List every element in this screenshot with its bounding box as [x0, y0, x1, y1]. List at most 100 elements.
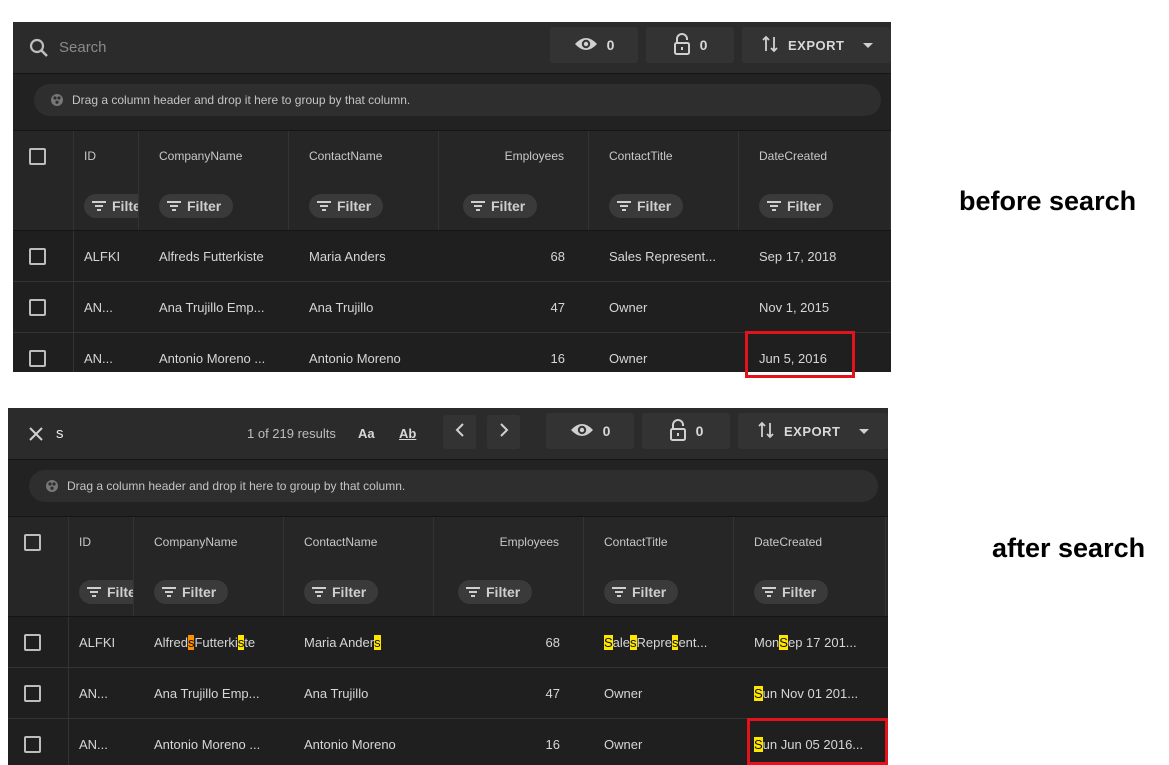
row-checkbox[interactable]	[29, 298, 46, 316]
column-header-datecreated[interactable]: DateCreated	[739, 131, 891, 181]
cell-companyname[interactable]: Ana Trujillo Emp...	[134, 668, 284, 718]
row-checkbox[interactable]	[24, 633, 41, 651]
cell-employees[interactable]: 47	[439, 282, 589, 332]
cell-contactname[interactable]: Ana Trujillo	[289, 282, 439, 332]
filter-button-contacttitle[interactable]: Filter	[609, 193, 684, 218]
group-panel[interactable]: Drag a column header and drop it here to…	[8, 460, 888, 517]
cell-contactname[interactable]: Maria Anders	[284, 617, 434, 667]
cell-id[interactable]: AN...	[69, 668, 134, 718]
cell-contacttitle[interactable]: Sales Represent...	[589, 231, 739, 281]
cell-employees[interactable]: 47	[434, 668, 584, 718]
filter-button-datecreated[interactable]: Filter	[754, 579, 829, 604]
column-header-id[interactable]: ID	[74, 131, 139, 181]
group-drop-zone[interactable]: Drag a column header and drop it here to…	[29, 470, 878, 502]
cell-employees[interactable]: 16	[439, 333, 589, 372]
filter-button-id[interactable]: Filte	[84, 193, 138, 218]
column-header-contacttitle[interactable]: ContactTitle	[584, 517, 734, 567]
cell-contactname[interactable]: Maria Anders	[289, 231, 439, 281]
cell-id[interactable]: AN...	[74, 282, 139, 332]
whole-word-toggle[interactable]: Ab	[399, 408, 416, 459]
column-header-companyname[interactable]: CompanyName	[134, 517, 284, 567]
cell-companyname[interactable]: Antonio Moreno ...	[134, 719, 284, 765]
group-drop-zone[interactable]: Drag a column header and drop it here to…	[34, 84, 881, 116]
column-header-contactname[interactable]: ContactName	[284, 517, 434, 567]
cell-id[interactable]: ALFKI	[69, 617, 134, 667]
sort-arrows-icon	[758, 421, 774, 442]
filter-icon	[762, 584, 776, 600]
select-all-checkbox[interactable]	[24, 533, 41, 551]
column-header-employees[interactable]: Employees	[439, 131, 589, 181]
cell-companyname[interactable]: Alfreds Futterkiste	[139, 231, 289, 281]
filter-button-companyname[interactable]: Filter	[159, 193, 234, 218]
eye-icon	[570, 422, 594, 441]
cell-contactname[interactable]: Antonio Moreno	[289, 333, 439, 372]
cell-id[interactable]: AN...	[69, 719, 134, 765]
cell-employees[interactable]: 68	[434, 617, 584, 667]
cell-companyname[interactable]: Ana Trujillo Emp...	[139, 282, 289, 332]
filter-button-id[interactable]: Filte	[79, 579, 133, 604]
search-box[interactable]: s	[8, 408, 64, 459]
cell-companyname[interactable]: Alfreds Futterkiste	[134, 617, 284, 667]
cell-datecreated[interactable]: Mon Sep 17 201...	[734, 617, 886, 667]
export-button[interactable]: EXPORT	[738, 413, 888, 449]
cell-datecreated[interactable]: Sep 17, 2018	[739, 231, 891, 281]
column-pinning-button[interactable]: 0	[646, 27, 734, 63]
filter-button-contactname[interactable]: Filter	[304, 579, 379, 604]
column-header-companyname[interactable]: CompanyName	[139, 131, 289, 181]
column-pinning-button[interactable]: 0	[642, 413, 730, 449]
cell-contacttitle[interactable]: Owner	[589, 333, 739, 372]
row-checkbox[interactable]	[24, 684, 41, 702]
cell-datecreated[interactable]: Sun Nov 01 201...	[734, 668, 886, 718]
row-checkbox[interactable]	[29, 349, 46, 367]
filter-button-datecreated[interactable]: Filter	[759, 193, 834, 218]
cell-employees[interactable]: 16	[434, 719, 584, 765]
row-checkbox[interactable]	[24, 735, 41, 753]
table-row[interactable]: ALFKI Alfreds Futterkiste Maria Anders 6…	[8, 617, 888, 668]
cell-contacttitle[interactable]: Owner	[584, 668, 734, 718]
filter-button-contacttitle[interactable]: Filter	[604, 579, 679, 604]
visibility-count: 0	[606, 37, 615, 53]
filter-button-employees[interactable]: Filter	[463, 193, 538, 218]
search-match: S	[754, 685, 763, 701]
cell-contacttitle[interactable]: Sales Represent...	[584, 617, 734, 667]
filter-button-contactname[interactable]: Filter	[309, 193, 384, 218]
cell-contacttitle[interactable]: Owner	[584, 719, 734, 765]
export-button[interactable]: EXPORT	[742, 27, 891, 63]
close-icon[interactable]	[28, 426, 44, 442]
column-header-contacttitle[interactable]: ContactTitle	[589, 131, 739, 181]
cell-contactname[interactable]: Ana Trujillo	[284, 668, 434, 718]
filter-icon	[471, 198, 485, 214]
table-row[interactable]: AN... Ana Trujillo Emp... Ana Trujillo 4…	[13, 282, 891, 333]
column-header-contactname[interactable]: ContactName	[289, 131, 439, 181]
table-row[interactable]: AN... Ana Trujillo Emp... Ana Trujillo 4…	[8, 668, 888, 719]
search-box[interactable]: Search	[13, 22, 107, 73]
column-header-employees[interactable]: Employees	[434, 517, 584, 567]
column-header-id[interactable]: ID	[69, 517, 134, 567]
column-visibility-button[interactable]: 0	[546, 413, 634, 449]
group-panel[interactable]: Drag a column header and drop it here to…	[13, 74, 891, 131]
previous-result-button[interactable]	[443, 415, 476, 449]
cell-contactname[interactable]: Antonio Moreno	[284, 719, 434, 765]
column-header-datecreated[interactable]: DateCreated	[734, 517, 886, 567]
group-hint-text: Drag a column header and drop it here to…	[67, 479, 406, 493]
filter-row: Filte Filter Filter Filter Filter Filter	[8, 567, 888, 617]
row-checkbox[interactable]	[29, 247, 46, 265]
cell-companyname[interactable]: Antonio Moreno ...	[139, 333, 289, 372]
table-row[interactable]: ALFKI Alfreds Futterkiste Maria Anders 6…	[13, 231, 891, 282]
select-all-checkbox[interactable]	[29, 147, 46, 165]
cell-id[interactable]: AN...	[74, 333, 139, 372]
cell-datecreated[interactable]: Nov 1, 2015	[739, 282, 891, 332]
cell-id[interactable]: ALFKI	[74, 231, 139, 281]
column-visibility-button[interactable]: 0	[550, 27, 638, 63]
search-placeholder[interactable]: Search	[59, 39, 107, 56]
lock-open-icon	[673, 32, 691, 58]
cell-contacttitle[interactable]: Owner	[589, 282, 739, 332]
chevron-down-icon	[862, 37, 874, 53]
cell-employees[interactable]: 68	[439, 231, 589, 281]
next-result-button[interactable]	[487, 415, 520, 449]
filter-button-companyname[interactable]: Filter	[154, 579, 229, 604]
match-case-toggle[interactable]: Aa	[358, 408, 375, 459]
search-input[interactable]: s	[56, 425, 64, 442]
search-match: S	[604, 634, 613, 650]
filter-button-employees[interactable]: Filter	[458, 579, 533, 604]
